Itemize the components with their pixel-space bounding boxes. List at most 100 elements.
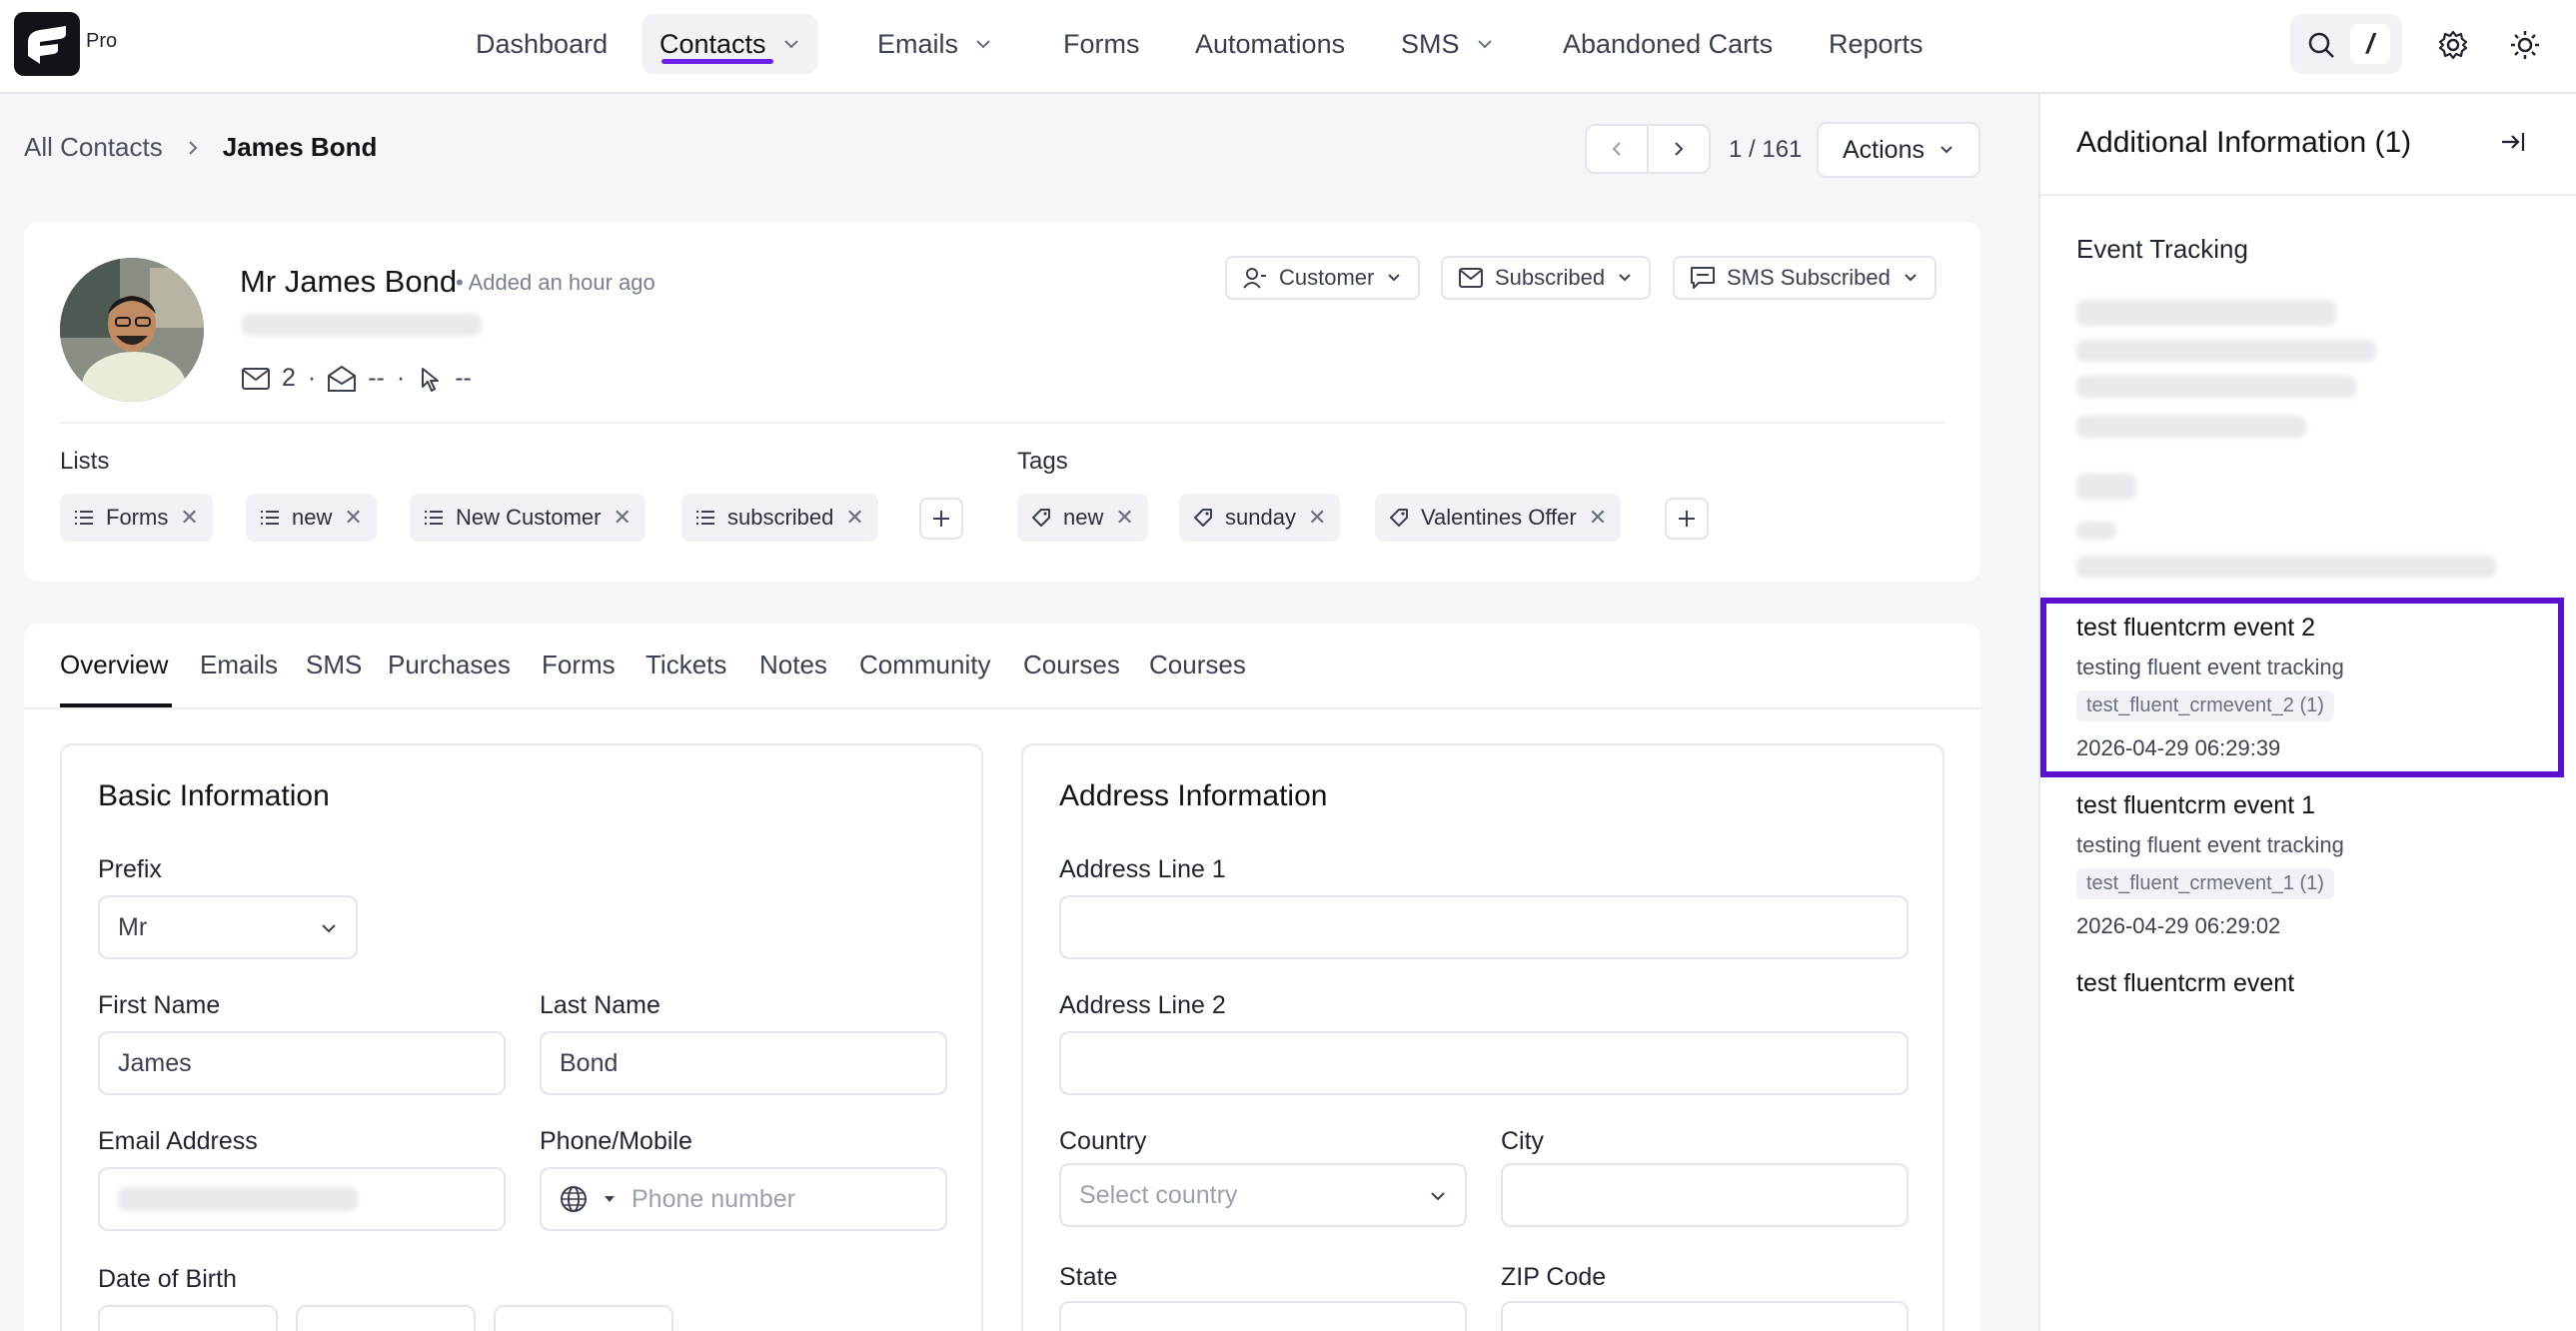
- remove-tag-icon[interactable]: ✕: [1589, 505, 1607, 531]
- remove-list-icon[interactable]: ✕: [180, 505, 198, 531]
- list-icon: [261, 511, 279, 525]
- tags-label: Tags: [1017, 448, 1068, 475]
- globe-icon[interactable]: [560, 1185, 588, 1213]
- search-icon: [2308, 32, 2334, 58]
- city-input[interactable]: [1501, 1163, 1909, 1227]
- dob-month-select[interactable]: [296, 1305, 476, 1331]
- chevron-down-icon: [1619, 274, 1631, 282]
- country-select[interactable]: Select country: [1059, 1163, 1467, 1227]
- nav-abandoned-carts[interactable]: Abandoned Carts: [1545, 14, 1791, 74]
- profile-divider: [60, 422, 1944, 424]
- caret-down-icon: [605, 1196, 615, 1202]
- add-list-button[interactable]: [919, 498, 963, 540]
- tab-notes[interactable]: Notes: [759, 650, 827, 680]
- blurred-event-text: [2076, 522, 2116, 540]
- sms-status-label: SMS Subscribed: [1727, 265, 1891, 290]
- tag-chip: new ✕: [1017, 494, 1148, 542]
- emails-sent-count: 2: [282, 364, 296, 392]
- tab-emails[interactable]: Emails: [200, 650, 278, 680]
- email-input[interactable]: [98, 1167, 506, 1231]
- contact-profile-card: Mr James Bond • Added an hour ago 2 · --…: [24, 222, 1980, 582]
- list-chip: new ✕: [246, 494, 377, 542]
- nav-dashboard[interactable]: Dashboard: [458, 14, 626, 74]
- cursor-click-icon: [422, 367, 440, 392]
- search-button[interactable]: [2304, 28, 2338, 62]
- tab-tickets[interactable]: Tickets: [645, 650, 726, 680]
- settings-button[interactable]: [2434, 26, 2472, 64]
- prefix-select[interactable]: Mr: [98, 895, 358, 959]
- breadcrumb: All Contacts James Bond: [24, 132, 377, 163]
- first-name-input[interactable]: James: [98, 1031, 506, 1095]
- remove-list-icon[interactable]: ✕: [613, 505, 631, 531]
- sidebar-divider: [2040, 194, 2576, 196]
- nav-automations[interactable]: Automations: [1177, 14, 1363, 74]
- next-contact-button[interactable]: [1647, 126, 1709, 172]
- tab-purchases[interactable]: Purchases: [388, 650, 511, 680]
- separator-dot: ·: [396, 364, 406, 392]
- email-status-dropdown[interactable]: Subscribed: [1441, 256, 1652, 300]
- tab-forms[interactable]: Forms: [542, 650, 616, 680]
- tab-overview[interactable]: Overview: [60, 650, 168, 680]
- event-item[interactable]: test fluentcrm event 1 testing fluent ev…: [2076, 791, 2546, 939]
- blurred-event-text: [2076, 376, 2356, 398]
- nav-label: Emails: [877, 28, 959, 59]
- address-line-1-label: Address Line 1: [1059, 855, 1226, 883]
- last-name-input[interactable]: Bond: [540, 1031, 947, 1095]
- collapse-sidebar-button[interactable]: [2500, 130, 2526, 154]
- remove-tag-icon[interactable]: ✕: [1115, 505, 1133, 531]
- nav-label: Forms: [1063, 28, 1140, 59]
- address-line-1-input[interactable]: [1059, 895, 1909, 959]
- state-input[interactable]: [1059, 1301, 1467, 1331]
- tag-icon: [1194, 509, 1212, 527]
- dob-year-select[interactable]: [494, 1305, 673, 1331]
- nav-reports[interactable]: Reports: [1811, 14, 1941, 74]
- blurred-email-value: [118, 1187, 358, 1211]
- tab-community[interactable]: Community: [859, 650, 990, 680]
- contact-type-dropdown[interactable]: Customer: [1225, 256, 1421, 300]
- nav-sms[interactable]: SMS: [1383, 14, 1512, 74]
- list-icon: [425, 511, 443, 525]
- shortcut-key-text: /: [2366, 28, 2374, 59]
- event-item[interactable]: test fluentcrm event 2 testing fluent ev…: [2076, 614, 2546, 761]
- sms-status-dropdown[interactable]: SMS Subscribed: [1673, 256, 1936, 300]
- collapse-right-icon: [2502, 133, 2525, 151]
- event-title: test fluentcrm event: [2076, 969, 2295, 997]
- clicks-count: --: [455, 364, 472, 392]
- fluentcrm-logo[interactable]: [14, 12, 80, 76]
- basic-information-panel: Basic Information Prefix Mr First Name J…: [60, 743, 983, 1331]
- top-navigation-bar: Pro Dashboard Contacts Emails Forms Auto…: [0, 0, 2576, 94]
- event-item[interactable]: test fluentcrm event: [2076, 969, 2546, 998]
- zip-input[interactable]: [1501, 1301, 1909, 1331]
- remove-list-icon[interactable]: ✕: [845, 505, 863, 531]
- remove-tag-icon[interactable]: ✕: [1308, 505, 1326, 531]
- actions-label: Actions: [1843, 135, 1925, 164]
- contact-stats: 2 · -- · --: [242, 364, 472, 393]
- nav-contacts[interactable]: Contacts: [642, 14, 818, 74]
- address-line-2-input[interactable]: [1059, 1031, 1909, 1095]
- country-placeholder: Select country: [1079, 1180, 1238, 1209]
- theme-toggle-button[interactable]: [2506, 26, 2544, 64]
- nav-emails[interactable]: Emails: [859, 14, 1010, 74]
- pager-count: 1 / 161: [1729, 136, 1803, 163]
- event-description: testing fluent event tracking: [2076, 655, 2344, 679]
- add-tag-button[interactable]: [1665, 498, 1709, 540]
- dob-day-select[interactable]: [98, 1305, 278, 1331]
- nav-forms[interactable]: Forms: [1045, 14, 1158, 74]
- tab-courses[interactable]: Courses: [1023, 650, 1120, 680]
- previous-contact-button[interactable]: [1587, 126, 1647, 172]
- nav-label: Automations: [1195, 28, 1346, 59]
- remove-list-icon[interactable]: ✕: [344, 505, 362, 531]
- actions-dropdown-button[interactable]: Actions: [1817, 122, 1980, 178]
- tab-courses-2[interactable]: Courses: [1149, 650, 1246, 680]
- tag-chip-label: sunday: [1225, 505, 1296, 530]
- gear-icon: [2438, 30, 2468, 60]
- breadcrumb-all-contacts[interactable]: All Contacts: [24, 132, 163, 163]
- blurred-event-text: [2076, 556, 2496, 578]
- avatar[interactable]: [60, 258, 204, 402]
- contact-details-card: Overview Emails SMS Purchases Forms Tick…: [24, 624, 1980, 1331]
- separator-dot: ·: [307, 364, 317, 392]
- blurred-event-title: [2076, 474, 2136, 500]
- list-icon: [696, 511, 714, 525]
- phone-input[interactable]: Phone number: [540, 1167, 947, 1231]
- tab-sms[interactable]: SMS: [306, 650, 362, 680]
